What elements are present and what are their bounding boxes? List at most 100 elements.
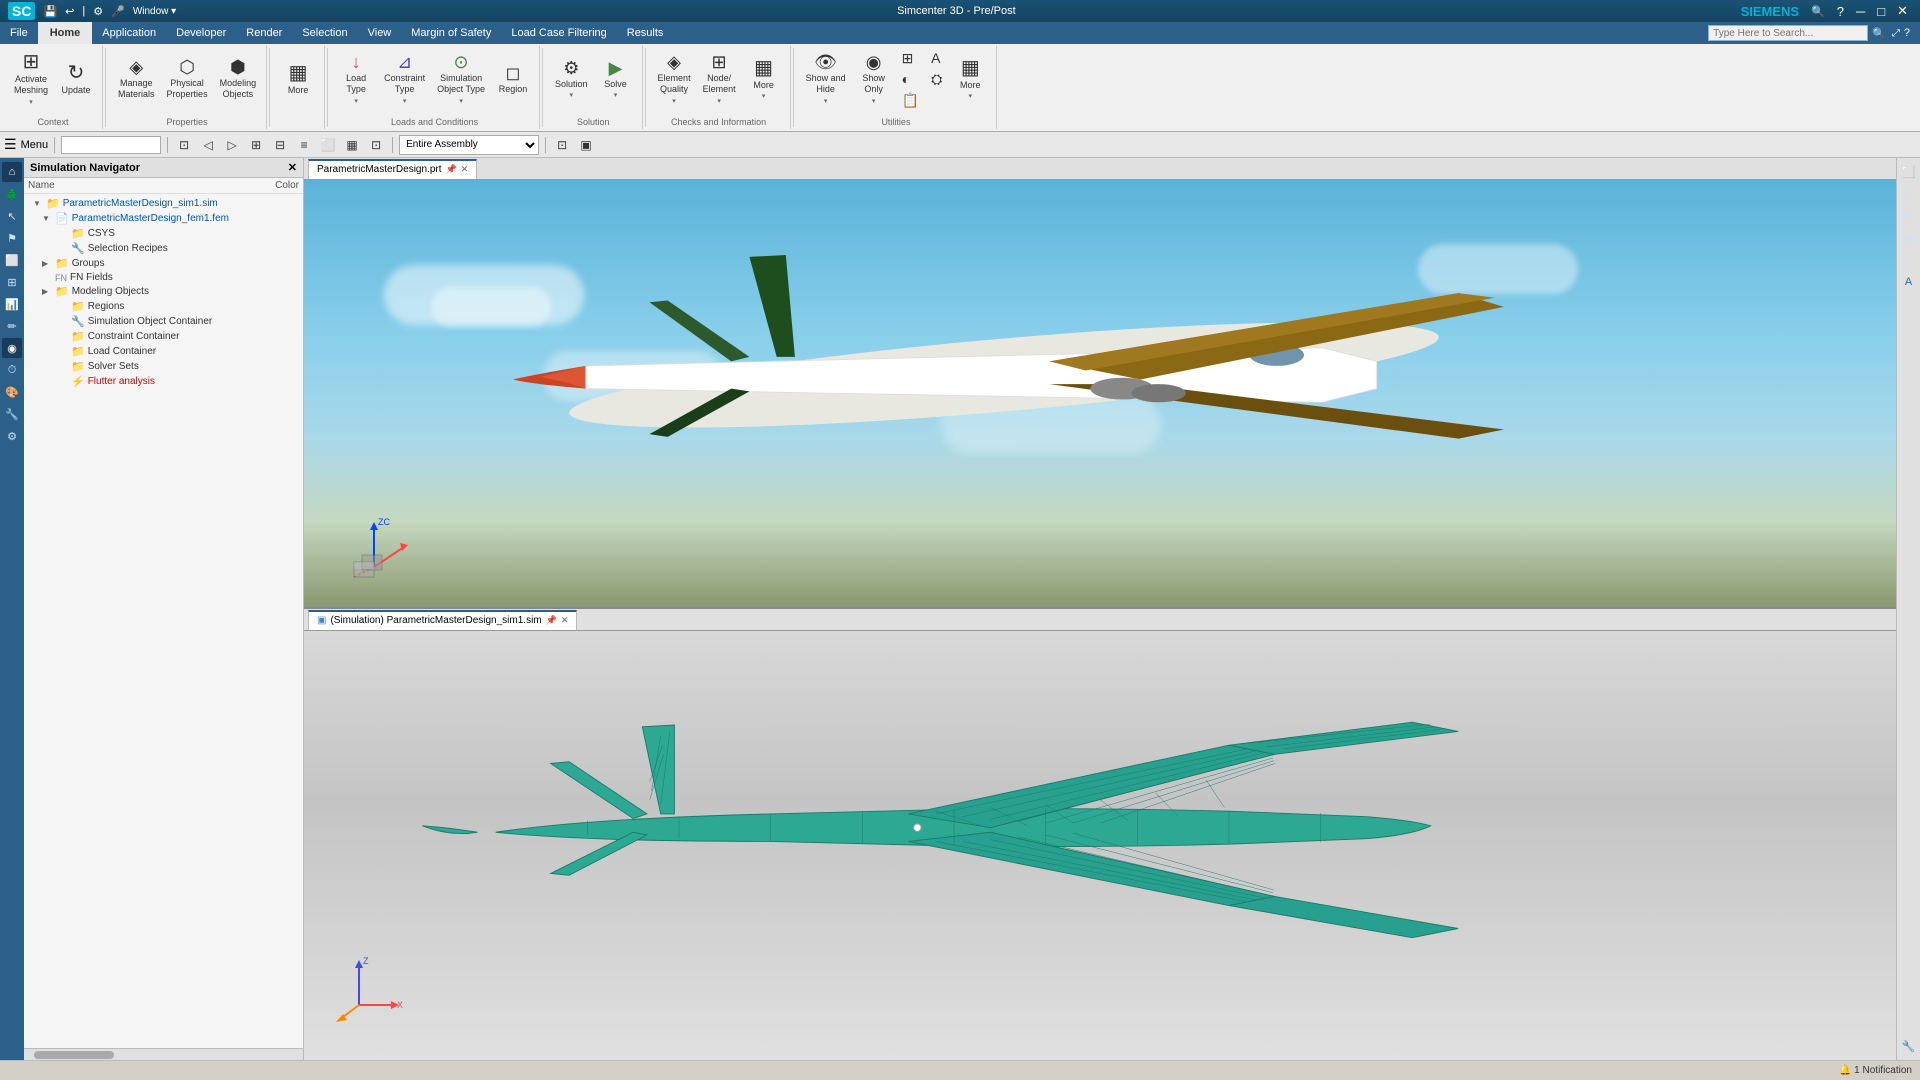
sidebar-home-icon[interactable]: ⌂	[2, 162, 22, 182]
assembly-select[interactable]: Entire Assembly	[399, 135, 539, 155]
mic-btn[interactable]: 🎤	[111, 5, 125, 18]
expand-fem[interactable]: ▼	[42, 214, 52, 223]
undo-btn[interactable]: ↩	[65, 5, 74, 18]
window-btn[interactable]: Window ▾	[133, 6, 176, 17]
navigator-close[interactable]: ✕	[288, 161, 297, 174]
expand-modeling[interactable]: ▶	[42, 287, 52, 296]
snap-fwd-btn[interactable]: ▷	[222, 135, 242, 155]
tree-item-constraint-container[interactable]: 📁 Constraint Container	[26, 329, 301, 344]
right-icon-bottom[interactable]: 🔧	[1899, 1036, 1919, 1056]
element-quality-dropdown[interactable]: ▾	[672, 97, 676, 105]
viewport-bottom-tab[interactable]: ▣ (Simulation) ParametricMasterDesign_si…	[308, 610, 577, 630]
icon-group2[interactable]: ▣	[576, 135, 596, 155]
node-element-btn[interactable]: ⊞ Node/ Element ▾	[699, 48, 740, 110]
constraint-type-dropdown[interactable]: ▾	[403, 97, 407, 105]
menu-application[interactable]: Application	[92, 22, 166, 44]
expand-btn[interactable]: ⤢	[1890, 28, 1902, 39]
right-icon1[interactable]: ⬜	[1899, 162, 1919, 182]
tree-item-csys[interactable]: 📁 CSYS	[26, 226, 301, 241]
simulation-object-type-dropdown[interactable]: ▾	[459, 97, 463, 105]
sidebar-clock-icon[interactable]: ⏱	[2, 360, 22, 380]
menu-selection[interactable]: Selection	[292, 22, 357, 44]
menu-view[interactable]: View	[358, 22, 402, 44]
search-icon[interactable]: 🔍	[1807, 5, 1829, 18]
view-btn[interactable]: ⬜	[318, 135, 338, 155]
notification-text[interactable]: 🔔 1 Notification	[1839, 1065, 1912, 1076]
sidebar-cursor-icon[interactable]: ↖	[2, 206, 22, 226]
sidebar-geometry-icon[interactable]: ◉	[2, 338, 22, 358]
quick-save[interactable]: 💾	[43, 5, 57, 18]
show-only-btn[interactable]: ◉ Show Only ▾	[854, 48, 894, 110]
more-util-dropdown[interactable]: ▾	[969, 92, 973, 100]
show-hide-btn[interactable]: 👁 Show and Hide ▾	[802, 48, 850, 110]
element-quality-btn[interactable]: ◈ Element Quality ▾	[654, 48, 695, 110]
tree-item-load-container[interactable]: 📁 Load Container	[26, 344, 301, 359]
icon-group1[interactable]: ⊡	[552, 135, 572, 155]
quick-access[interactable]: ⚙	[93, 5, 103, 18]
filter-btn[interactable]: ≡	[294, 135, 314, 155]
sidebar-gear-icon[interactable]: ⚙	[2, 426, 22, 446]
activate-meshing-dropdown[interactable]: ▾	[29, 98, 33, 106]
expand-root[interactable]: ▼	[33, 199, 43, 208]
tree-item-selection-recipes[interactable]: 🔧 Selection Recipes	[26, 241, 301, 256]
right-icon6[interactable]: A	[1899, 272, 1919, 292]
maximize-btn[interactable]: □	[1873, 4, 1889, 19]
search-input[interactable]	[1708, 25, 1868, 41]
help-btn[interactable]: ?	[1833, 4, 1848, 19]
viewport-bottom[interactable]: Z X	[304, 631, 1896, 1060]
select-btn[interactable]: ⊞	[246, 135, 266, 155]
layout-btn[interactable]: ⊡	[366, 135, 386, 155]
tree-item-fem[interactable]: ▼ 📄 ParametricMasterDesign_fem1.fem	[26, 211, 301, 226]
tab-bottom-pin[interactable]: 📌	[546, 615, 557, 626]
activate-meshing-btn[interactable]: ⊞ Activate Meshing ▾	[10, 48, 52, 110]
tree-item-groups[interactable]: ▶ 📁 Groups	[26, 256, 301, 271]
menu-developer[interactable]: Developer	[166, 22, 236, 44]
tab-close-icon[interactable]: ✕	[461, 164, 469, 175]
deselect-btn[interactable]: ⊟	[270, 135, 290, 155]
close-btn[interactable]: ✕	[1893, 3, 1912, 19]
right-icon5[interactable]: ⬡	[1899, 250, 1919, 270]
scrollbar-thumb[interactable]	[34, 1051, 114, 1059]
sidebar-tree-icon[interactable]: 🌲	[2, 184, 22, 204]
constraint-type-btn[interactable]: ⊿ Constraint Type ▾	[380, 48, 429, 110]
sidebar-tools-icon[interactable]: 🔧	[2, 404, 22, 424]
util-btn2[interactable]: ◐	[898, 69, 923, 89]
node-element-dropdown[interactable]: ▾	[717, 97, 721, 105]
menu-label[interactable]: Menu	[21, 139, 49, 151]
util-btn1[interactable]: ⊞	[898, 48, 923, 68]
grid-btn[interactable]: ▦	[342, 135, 362, 155]
right-icon4[interactable]: ◉	[1899, 228, 1919, 248]
sidebar-flag-icon[interactable]: ⚑	[2, 228, 22, 248]
tree-item-modeling[interactable]: ▶ 📁 Modeling Objects	[26, 284, 301, 299]
menu-results[interactable]: Results	[617, 22, 674, 44]
tree-item-solver-sets[interactable]: 📁 Solver Sets	[26, 359, 301, 374]
sidebar-box-icon[interactable]: ⬜	[2, 250, 22, 270]
util-btn3[interactable]: 📋	[898, 90, 923, 110]
update-btn[interactable]: ↻ Update	[56, 48, 96, 110]
util-btn5[interactable]: ⛭	[927, 69, 946, 89]
modeling-objects-btn[interactable]: ⬢ Modeling Objects	[216, 48, 261, 110]
menu-margin-safety[interactable]: Margin of Safety	[401, 22, 501, 44]
physical-properties-btn[interactable]: ⬡ Physical Properties	[163, 48, 212, 110]
solution-btn[interactable]: ⚙ Solution ▾	[551, 48, 592, 110]
more-checks-dropdown[interactable]: ▾	[762, 92, 766, 100]
tab-pin-icon[interactable]: 📌	[445, 164, 456, 175]
selection-filter-btn[interactable]: ⊡	[174, 135, 194, 155]
right-icon2[interactable]: ◫	[1899, 184, 1919, 204]
more-util-btn[interactable]: ▦ More ▾	[950, 48, 990, 110]
more-checks-btn[interactable]: ▦ More ▾	[744, 48, 784, 110]
menu-home[interactable]: Home	[38, 22, 93, 44]
tree-item-root[interactable]: ▼ 📁 ParametricMasterDesign_sim1.sim	[26, 196, 301, 211]
manage-materials-btn[interactable]: ◈ Manage Materials	[114, 48, 159, 110]
util-btn4[interactable]: A	[927, 48, 946, 68]
menu-render[interactable]: Render	[236, 22, 292, 44]
sidebar-table-icon[interactable]: ⊞	[2, 272, 22, 292]
hamburger-icon[interactable]: ☰	[4, 136, 17, 153]
tree-item-sim-container[interactable]: 🔧 Simulation Object Container	[26, 314, 301, 329]
snap-back-btn[interactable]: ◁	[198, 135, 218, 155]
tab-bottom-close[interactable]: ✕	[561, 615, 569, 626]
right-icon3[interactable]: ⊞	[1899, 206, 1919, 226]
minimize-btn[interactable]: ─	[1852, 4, 1869, 19]
search-box[interactable]: 🔍 ⤢ ?	[1708, 25, 1912, 41]
expand-groups[interactable]: ▶	[42, 259, 52, 268]
